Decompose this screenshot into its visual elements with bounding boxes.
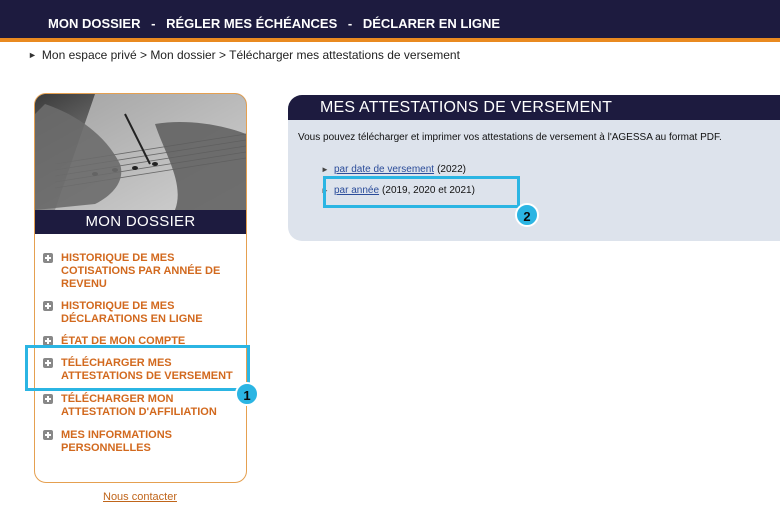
panel-description: Vous pouvez télécharger et imprimer vos …: [298, 132, 722, 143]
sidebar-item-label[interactable]: HISTORIQUE DE MES DÉCLARATIONS EN LIGNE: [61, 300, 243, 326]
sidebar-item-label[interactable]: TÉLÉCHARGER MON ATTESTATION D'AFFILIATIO…: [61, 393, 243, 419]
top-nav: MON DOSSIER - RÉGLER MES ÉCHÉANCES - DÉC…: [48, 16, 500, 31]
highlight-box-1: [25, 345, 250, 391]
plus-bullet-icon: [43, 394, 53, 404]
sidebar-title: MON DOSSIER: [35, 210, 246, 234]
plus-bullet-icon: [43, 253, 53, 263]
highlight-box-2: [323, 176, 520, 208]
sidebar: MON DOSSIER HISTORIQUE DE MES COTISATION…: [34, 93, 247, 483]
sidebar-photo: [35, 94, 246, 210]
plus-bullet-icon: [43, 301, 53, 311]
breadcrumb-text[interactable]: Mon espace privé > Mon dossier > Télécha…: [42, 48, 460, 62]
sidebar-item-historique-cotisations[interactable]: HISTORIQUE DE MES COTISATIONS PAR ANNÉE …: [43, 252, 243, 291]
breadcrumb-arrow-icon: ►: [28, 50, 37, 60]
sidebar-item-telecharger-affiliation[interactable]: TÉLÉCHARGER MON ATTESTATION D'AFFILIATIO…: [43, 393, 243, 419]
sidebar-item-historique-declarations[interactable]: HISTORIQUE DE MES DÉCLARATIONS EN LIGNE: [43, 300, 243, 326]
nav-mon-dossier[interactable]: MON DOSSIER: [48, 16, 140, 31]
link-suffix: (2022): [437, 164, 466, 175]
breadcrumb: ► Mon espace privé > Mon dossier > Téléch…: [28, 48, 460, 62]
nav-separator: -: [151, 16, 156, 31]
nav-declarer-en-ligne[interactable]: DÉCLARER EN LIGNE: [363, 16, 500, 31]
link-arrow-icon: ►: [321, 165, 329, 174]
sidebar-item-label[interactable]: HISTORIQUE DE MES COTISATIONS PAR ANNÉE …: [61, 252, 243, 291]
panel-title: MES ATTESTATIONS DE VERSEMENT: [288, 95, 780, 120]
nav-separator: -: [347, 16, 353, 31]
sidebar-item-informations-personnelles[interactable]: MES INFORMATIONS PERSONNELLES: [43, 429, 243, 455]
link-par-date-versement-row: ► par date de versement (2022): [321, 164, 466, 175]
step-badge-2: 2: [515, 203, 539, 227]
top-nav-bar: MON DOSSIER - RÉGLER MES ÉCHÉANCES - DÉC…: [0, 0, 780, 42]
sidebar-item-label[interactable]: MES INFORMATIONS PERSONNELLES: [61, 429, 243, 455]
step-badge-1: 1: [235, 382, 259, 406]
link-par-date-versement[interactable]: par date de versement: [334, 164, 434, 175]
contact-link[interactable]: Nous contacter: [103, 491, 177, 503]
nav-regler-echeances[interactable]: RÉGLER MES ÉCHÉANCES: [166, 16, 337, 31]
photo-hands-writing-music-icon: [35, 94, 246, 210]
plus-bullet-icon: [43, 430, 53, 440]
